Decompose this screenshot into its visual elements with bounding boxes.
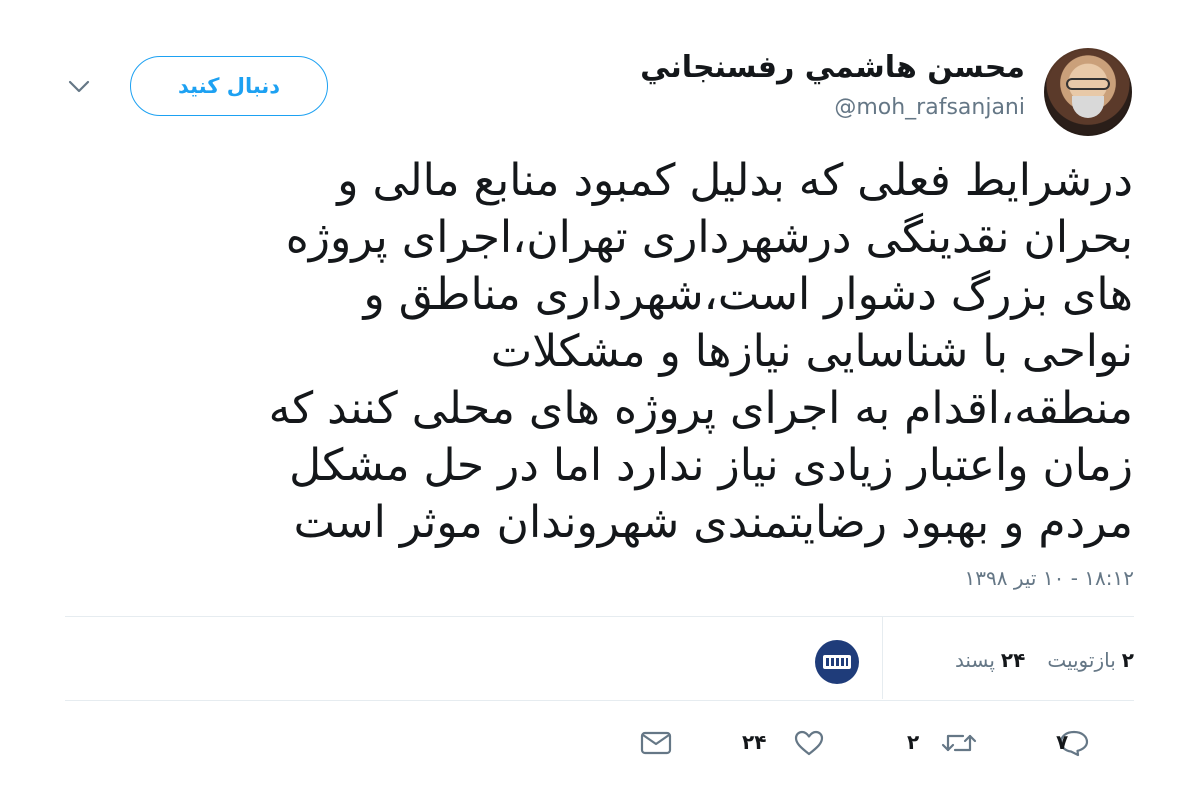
tweet-text: درشرایط فعلی که بدلیل کمبود منابع مالی و… [98,152,1133,551]
tweet-line: بحران نقدینگی درشهرداری تهران،اجرای پروژ… [285,212,1133,263]
user-handle[interactable]: @moh_rafsanjani [834,95,1025,120]
display-name[interactable]: محسن هاشمي رفسنجاني [640,50,1025,85]
chevron-down-icon[interactable] [68,80,90,94]
like-count: ۲۴ [1000,648,1026,672]
retweet-button[interactable]: ۲ [905,725,977,761]
like-count: ۲۴ [742,730,767,754]
avatar-glasses [1066,78,1110,90]
liker-avatar[interactable] [815,640,859,684]
like-stat[interactable]: ۲۴ پسند [955,648,1025,672]
tweet-header: محسن هاشمي رفسنجاني @moh_rafsanjani دنبا… [40,40,1140,136]
like-label: پسند [954,648,995,672]
tweet-line: درشرایط فعلی که بدلیل کمبود منابع مالی و [337,155,1133,206]
like-button[interactable]: ۲۴ [742,725,824,761]
heart-icon [794,730,824,756]
retweet-stat[interactable]: ۲ بازتوییت [1047,648,1134,672]
retweet-icon [941,734,977,752]
tweet-timestamp[interactable]: ۱۸:۱۲ - ۱۰ تیر ۱۳۹۸ [965,566,1134,590]
reply-button[interactable]: ۷ [1056,725,1090,761]
retweet-label: بازتوییت [1047,648,1116,672]
retweet-count: ۲ [1121,648,1134,672]
reply-count: ۷ [1056,730,1069,754]
tweet-line: زمان واعتبار زیادی نیاز ندارد اما در حل … [289,440,1133,491]
tweet-line: منطقه،اقدام به اجرای پروژه های محلی کنند… [268,383,1133,434]
tweet-line: های بزرگ دشوار است،شهرداری مناطق و [363,269,1133,320]
divider [65,700,1134,701]
tweet-stats: ۲ بازتوییت ۲۴ پسند [933,644,1134,676]
retweet-count: ۲ [907,730,920,754]
stats-separator [882,617,883,699]
avatar-beard [1072,96,1104,118]
tweet-line: مردم و بهبود رضایتمندی شهروندان موثر است [293,497,1133,548]
tweet-line: نواحی با شناسایی نیازها و مشکلات [490,326,1133,377]
tweet-actions: ۷ ۲ ۲۴ [0,725,1200,761]
direct-message-button[interactable] [640,725,672,761]
avatar[interactable] [1044,48,1132,136]
follow-button[interactable]: دنبال کنید [130,56,328,116]
envelope-icon [640,731,672,755]
divider [65,616,1134,617]
liker-logo [823,655,851,669]
